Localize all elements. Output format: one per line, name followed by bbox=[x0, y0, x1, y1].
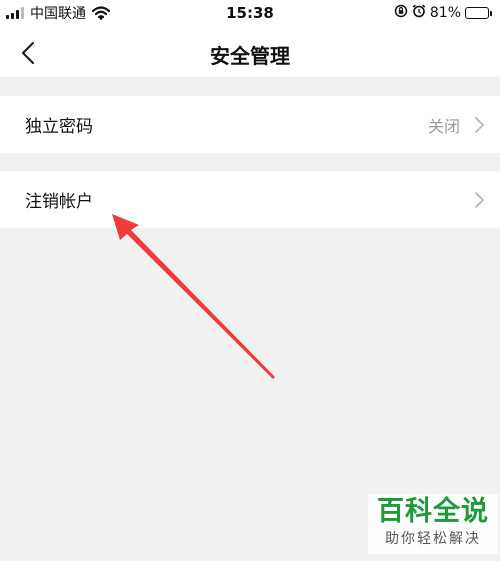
settings-row-delete-account[interactable]: 注销帐户 bbox=[0, 171, 500, 228]
settings-row-label: 独立密码 bbox=[25, 117, 93, 137]
battery-icon bbox=[465, 7, 492, 19]
settings-row-independent-password[interactable]: 独立密码 关闭 bbox=[0, 96, 500, 153]
watermark-logo: 百科全说 助你轻松解决 bbox=[368, 494, 498, 554]
settings-row-value: 关闭 bbox=[427, 116, 460, 136]
settings-row-label: 注销帐户 bbox=[25, 192, 93, 212]
chevron-right-icon bbox=[472, 115, 486, 135]
watermark-subtitle: 助你轻松解决 bbox=[385, 531, 481, 547]
chevron-right-icon bbox=[472, 190, 486, 210]
navigation-bar: 安全管理 bbox=[0, 27, 500, 77]
annotation-arrow-icon bbox=[112, 214, 275, 379]
status-bar: 中国联通 15:38 81% bbox=[0, 0, 500, 27]
status-right: 81% bbox=[394, 4, 492, 22]
page-title: 安全管理 bbox=[210, 44, 290, 68]
alarm-icon bbox=[412, 4, 426, 22]
rotation-lock-icon bbox=[394, 4, 408, 22]
battery-percent: 81% bbox=[429, 5, 461, 21]
watermark-title: 百科全说 bbox=[377, 496, 489, 527]
screen: 中国联通 15:38 81% 安全管理 独立密码 关闭 注销帐户 百科全说 助你… bbox=[0, 0, 500, 561]
